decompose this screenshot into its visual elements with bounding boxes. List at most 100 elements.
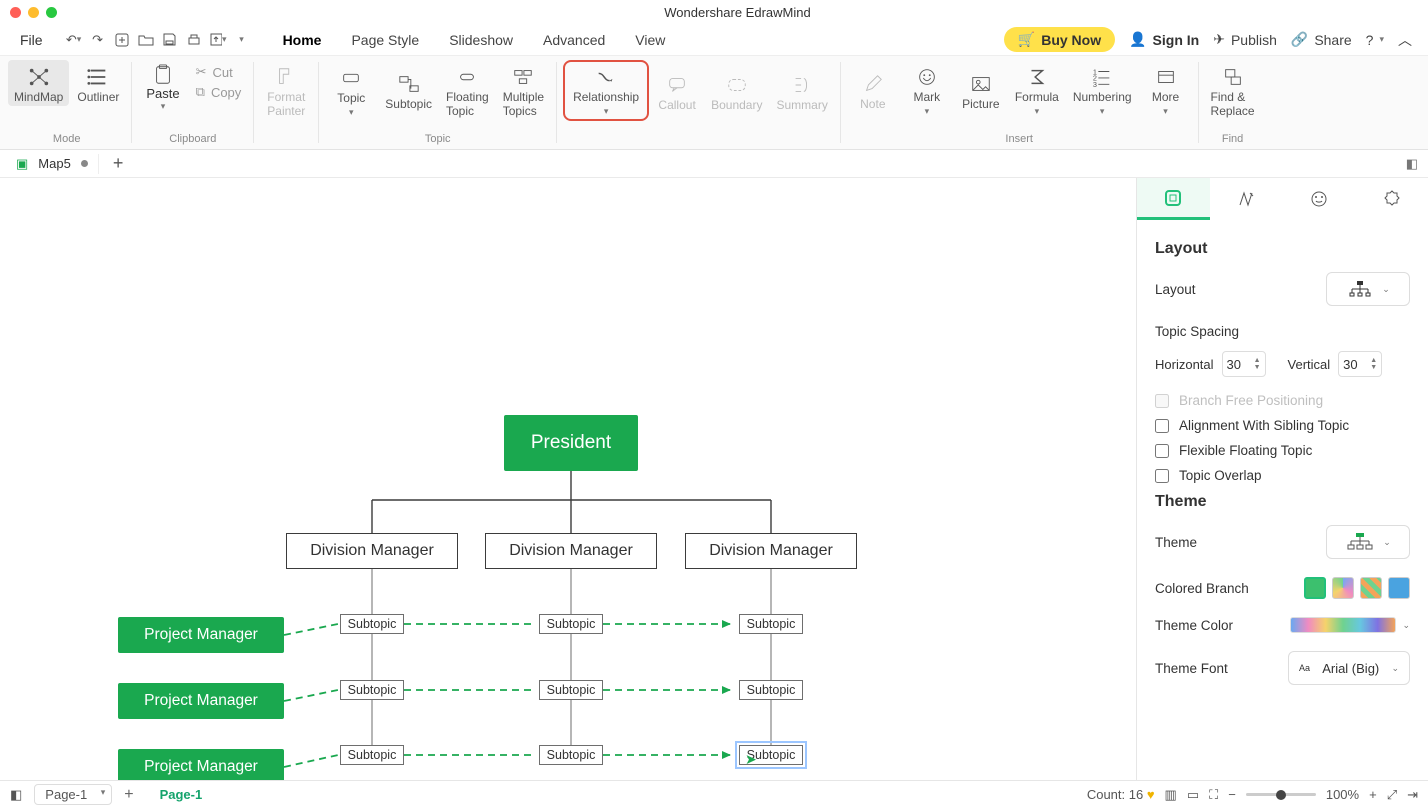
menu-file[interactable]: File [8, 28, 55, 52]
format-painter-button[interactable]: Format Painter [260, 60, 312, 120]
chk-flex-float[interactable]: Flexible Floating Topic [1155, 443, 1410, 458]
status-panel-icon[interactable]: ◧ [10, 787, 22, 803]
sidepanel-tab-icon[interactable] [1283, 178, 1356, 220]
numbering-button[interactable]: 123 Numbering▾ [1067, 60, 1138, 119]
node-pm-3[interactable]: Project Manager [118, 749, 284, 780]
fit-icon[interactable]: ⛶ [1209, 787, 1218, 803]
more-label: More [1152, 90, 1179, 104]
tab-slideshow[interactable]: Slideshow [443, 26, 519, 54]
node-division-3[interactable]: Division Manager [685, 533, 857, 569]
formula-button[interactable]: Formula▾ [1009, 60, 1065, 119]
fullscreen-icon[interactable]: ⤢ [1387, 787, 1397, 803]
more-button[interactable]: More▾ [1140, 60, 1192, 119]
picture-button[interactable]: Picture [955, 60, 1007, 119]
view-page-icon[interactable]: ▭ [1187, 787, 1199, 803]
chk-overlap[interactable]: Topic Overlap [1155, 468, 1410, 483]
node-sub-2-1[interactable]: Subtopic [539, 614, 603, 634]
branch-swatch-4[interactable] [1388, 577, 1410, 599]
tab-advanced[interactable]: Advanced [537, 26, 611, 54]
zoom-in-button[interactable]: + [1369, 787, 1377, 802]
branch-swatch-1[interactable] [1304, 577, 1326, 599]
node-division-2[interactable]: Division Manager [485, 533, 657, 569]
canvas[interactable]: President Division Manager Division Mana… [0, 178, 1136, 780]
summary-button[interactable]: Summary [770, 60, 833, 121]
collapse-ribbon-icon[interactable]: ︿ [1398, 30, 1412, 50]
theme-font-dropdown[interactable]: Aa Arial (Big) ⌄ [1288, 651, 1410, 685]
note-button[interactable]: Note [847, 60, 899, 119]
sp-theme-color-label: Theme Color [1155, 618, 1233, 633]
share-label: Share [1314, 32, 1351, 48]
print-icon[interactable] [185, 31, 203, 49]
export-icon[interactable]: ▾ [209, 31, 227, 49]
branch-swatch-3[interactable] [1360, 577, 1382, 599]
node-sub-2-2[interactable]: Subtopic [539, 680, 603, 700]
toggle-panel-icon[interactable]: ◧ [1396, 154, 1428, 174]
node-sub-1-3[interactable]: Subtopic [340, 745, 404, 765]
open-icon[interactable] [137, 31, 155, 49]
callout-button[interactable]: Callout [651, 60, 703, 121]
add-tab-button[interactable]: + [107, 153, 130, 174]
topic-label: Topic [337, 91, 365, 105]
mode-outliner-button[interactable]: Outliner [71, 60, 125, 106]
theme-dropdown[interactable]: ⌄ [1326, 525, 1410, 559]
floating-topic-button[interactable]: Floating Topic [440, 60, 495, 120]
active-page-label[interactable]: Page-1 [146, 787, 217, 802]
horizontal-spacing-input[interactable]: 30▲▼ [1222, 351, 1266, 377]
window-minimize-icon[interactable] [28, 7, 39, 18]
node-sub-3-1[interactable]: Subtopic [739, 614, 803, 634]
redo-icon[interactable]: ↷ [89, 31, 107, 49]
sidepanel-tab-clipart[interactable] [1355, 178, 1428, 220]
save-icon[interactable] [161, 31, 179, 49]
zoom-out-button[interactable]: − [1228, 787, 1236, 802]
find-replace-button[interactable]: Find & Replace [1205, 60, 1261, 120]
topic-button[interactable]: Topic▾ [325, 60, 377, 120]
node-sub-1-2[interactable]: Subtopic [340, 680, 404, 700]
node-sub-3-2[interactable]: Subtopic [739, 680, 803, 700]
tab-home[interactable]: Home [277, 26, 328, 54]
theme-color-bar[interactable] [1290, 617, 1396, 633]
sign-in-button[interactable]: 👤 Sign In [1129, 31, 1199, 48]
boundary-button[interactable]: Boundary [705, 60, 768, 121]
share-button[interactable]: 🔗 Share [1291, 31, 1352, 48]
vertical-spacing-input[interactable]: 30▲▼ [1338, 351, 1382, 377]
node-sub-2-3[interactable]: Subtopic [539, 745, 603, 765]
zoom-slider[interactable] [1246, 793, 1316, 796]
chk-align-sibling[interactable]: Alignment With Sibling Topic [1155, 418, 1410, 433]
qat-customize-icon[interactable]: ▾ [233, 31, 251, 49]
multiple-topics-button[interactable]: Multiple Topics [497, 60, 550, 120]
sidepanel-tab-style[interactable] [1210, 178, 1283, 220]
help-button[interactable]: ? ▾ [1366, 32, 1384, 48]
copy-button[interactable]: ⧉ Copy [196, 84, 242, 100]
undo-icon[interactable]: ↶▾ [65, 31, 83, 49]
tab-view[interactable]: View [629, 26, 671, 54]
node-division-1[interactable]: Division Manager [286, 533, 458, 569]
node-president[interactable]: President [504, 415, 638, 471]
buy-now-button[interactable]: 🛒 Buy Now [1004, 27, 1115, 52]
paste-label: Paste [146, 86, 179, 101]
node-pm-2[interactable]: Project Manager [118, 683, 284, 719]
node-sub-1-1[interactable]: Subtopic [340, 614, 404, 634]
paste-button[interactable]: Paste ▾ [138, 60, 187, 116]
relationship-button[interactable]: Relationship▾ [563, 60, 649, 121]
sp-colored-branch-label: Colored Branch [1155, 581, 1249, 596]
branch-swatch-2[interactable] [1332, 577, 1354, 599]
new-icon[interactable] [113, 31, 131, 49]
cut-button[interactable]: ✂ Cut [196, 64, 242, 80]
page-dropdown[interactable]: Page-1 ▾ [34, 784, 112, 805]
mode-mindmap-button[interactable]: MindMap [8, 60, 69, 106]
add-page-button[interactable]: + [124, 786, 133, 804]
tab-page-style[interactable]: Page Style [345, 26, 425, 54]
sidepanel-tab-layout[interactable] [1137, 178, 1210, 220]
layout-dropdown[interactable]: ⌄ [1326, 272, 1410, 306]
document-tab[interactable]: ▣ Map5 [6, 154, 99, 174]
mark-button[interactable]: Mark▾ [901, 60, 953, 119]
view-outline-icon[interactable]: ▥ [1165, 787, 1177, 803]
mode-mindmap-label: MindMap [14, 90, 63, 104]
subtopic-button[interactable]: Subtopic [379, 60, 438, 120]
sidebar-collapse-icon[interactable]: ⇥ [1407, 787, 1418, 803]
window-zoom-icon[interactable] [46, 7, 57, 18]
window-close-icon[interactable] [10, 7, 21, 18]
publish-button[interactable]: ✈ Publish [1213, 31, 1277, 48]
cursor-icon: ➤ [745, 751, 757, 768]
node-pm-1[interactable]: Project Manager [118, 617, 284, 653]
